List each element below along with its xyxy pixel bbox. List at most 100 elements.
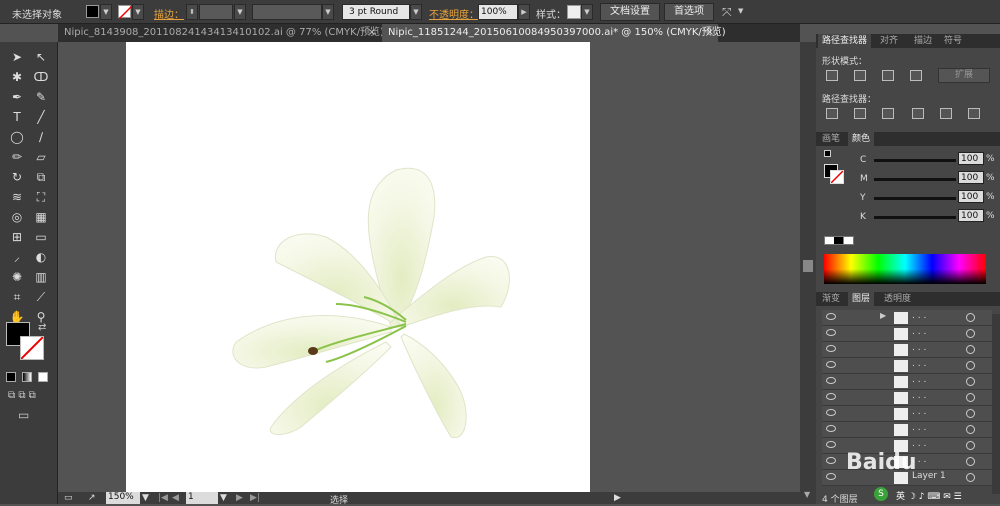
eye-icon[interactable] <box>826 377 836 384</box>
merge-icon[interactable] <box>882 108 894 119</box>
eraser-tool-icon[interactable]: ▱ <box>32 148 50 166</box>
eye-icon[interactable] <box>826 393 836 400</box>
channel-c-slider[interactable] <box>874 159 956 162</box>
scroll-right-icon[interactable]: ▶ <box>614 493 621 503</box>
target-icon[interactable] <box>966 425 975 434</box>
tab-document-2[interactable]: Nipic_11851244_20150610084950397000.ai* … <box>382 24 726 42</box>
direct-selection-tool-icon[interactable]: ↖ <box>32 48 50 66</box>
prev-artboard-icon[interactable]: ◀ <box>172 493 179 503</box>
channel-k-value[interactable]: 100 <box>958 209 984 222</box>
curvature-tool-icon[interactable]: ✎ <box>32 88 50 106</box>
zoom-field[interactable]: 150% <box>106 492 140 504</box>
none-black-white-swatches[interactable] <box>824 236 854 245</box>
selection-tool-icon[interactable]: ➤ <box>8 48 26 66</box>
line-tool-icon[interactable]: ╱ <box>32 108 50 126</box>
default-colors-icon[interactable] <box>824 150 831 157</box>
preferences-button[interactable]: 首选项 <box>664 3 714 21</box>
target-icon[interactable] <box>966 441 975 450</box>
tab-stroke[interactable]: 描边 <box>910 34 936 48</box>
artboard-tool-icon[interactable]: ⌗ <box>8 288 26 306</box>
target-icon[interactable] <box>966 409 975 418</box>
blend-tool-icon[interactable]: ◐ <box>32 248 50 266</box>
stroke-weight-dropdown[interactable]: ▼ <box>234 4 246 20</box>
swap-colors-icon[interactable]: ⇄ <box>38 322 46 333</box>
close-icon[interactable]: × <box>706 24 714 42</box>
divide-icon[interactable] <box>826 108 838 119</box>
tab-brushes[interactable]: 画笔 <box>818 132 844 146</box>
style-dropdown[interactable]: ▼ <box>581 4 593 20</box>
style-swatch[interactable] <box>567 5 581 19</box>
eye-icon[interactable] <box>826 425 836 432</box>
warp-tool-icon[interactable]: ≋ <box>8 188 26 206</box>
gradient-tool-icon[interactable]: ▭ <box>32 228 50 246</box>
variable-width-dropdown[interactable]: ▼ <box>322 4 334 20</box>
tab-document-1[interactable]: Nipic_8143908_20110824143413410102.ai @ … <box>58 24 384 42</box>
target-icon[interactable] <box>966 457 975 466</box>
layer-row[interactable]: . . . <box>822 422 992 438</box>
tab-layers[interactable]: 图层 <box>848 292 875 306</box>
perspective-grid-tool-icon[interactable]: ▦ <box>32 208 50 226</box>
fill-swatch[interactable] <box>86 5 99 18</box>
channel-m-slider[interactable] <box>874 178 956 181</box>
crop-icon[interactable] <box>912 108 924 119</box>
stroke-spinner[interactable]: ⬍ <box>186 4 198 20</box>
color-mode-icon[interactable] <box>6 372 16 382</box>
opacity-field[interactable]: 100% <box>478 4 518 20</box>
layer-row[interactable]: . . . <box>822 326 992 342</box>
opacity-label[interactable]: 不透明度： <box>429 6 479 21</box>
eye-icon[interactable] <box>826 457 836 464</box>
outline-icon[interactable] <box>940 108 952 119</box>
artboard-dropdown[interactable]: ▼ <box>220 493 227 503</box>
scale-tool-icon[interactable]: ⧉ <box>32 168 50 186</box>
ime-toolbar-icons[interactable]: 英 ☽ ♪ ⌨ ✉ ☰ <box>896 489 962 502</box>
pen-tool-icon[interactable]: ✒ <box>8 88 26 106</box>
scroll-thumb[interactable] <box>803 260 813 272</box>
opacity-dropdown[interactable]: ▶ <box>518 4 530 20</box>
unite-icon[interactable] <box>826 70 838 81</box>
draw-mode-icon[interactable]: ⧉ ⧉ ⧉ <box>8 390 36 401</box>
layer-row[interactable]: . . . <box>822 342 992 358</box>
magic-wand-tool-icon[interactable]: ✱ <box>8 68 26 86</box>
brush-field[interactable]: 3 pt Round <box>342 4 410 20</box>
target-icon[interactable] <box>966 377 975 386</box>
minus-back-icon[interactable] <box>968 108 980 119</box>
symbol-sprayer-tool-icon[interactable]: ✺ <box>8 268 26 286</box>
channel-y-value[interactable]: 100 <box>958 190 984 203</box>
target-icon[interactable] <box>966 313 975 322</box>
rotate-tool-icon[interactable]: ↻ <box>8 168 26 186</box>
eye-icon[interactable] <box>826 313 836 320</box>
tab-symbols[interactable]: 符号 <box>940 34 966 48</box>
arrange-documents-icon[interactable]: ⤧ <box>722 5 732 20</box>
mesh-tool-icon[interactable]: ⊞ <box>8 228 26 246</box>
close-icon[interactable]: × <box>368 24 376 42</box>
zoom-dropdown[interactable]: ▼ <box>142 493 149 503</box>
paintbrush-tool-icon[interactable]: ∕ <box>32 128 50 146</box>
tab-pathfinder[interactable]: 路径查找器 <box>818 34 872 48</box>
chevron-down-icon[interactable]: ▼ <box>738 7 743 15</box>
scroll-down-icon[interactable]: ▼ <box>804 490 810 499</box>
channel-m-value[interactable]: 100 <box>958 171 984 184</box>
stroke-weight-field[interactable] <box>199 4 233 20</box>
last-artboard-icon[interactable]: ▶| <box>250 493 260 503</box>
layers-scrollbar[interactable] <box>992 314 1000 494</box>
layer-row[interactable]: . . . <box>822 390 992 406</box>
artboard[interactable] <box>126 42 590 494</box>
gradient-mode-icon[interactable] <box>22 372 32 382</box>
eye-icon[interactable] <box>826 409 836 416</box>
variable-width-field[interactable] <box>252 4 322 20</box>
trim-icon[interactable] <box>854 108 866 119</box>
eyedropper-tool-icon[interactable]: ⸝ <box>8 248 26 266</box>
first-artboard-icon[interactable]: |◀ <box>158 493 168 503</box>
channel-c-value[interactable]: 100 <box>958 152 984 165</box>
color-spectrum[interactable] <box>824 254 986 284</box>
eye-icon[interactable] <box>826 329 836 336</box>
pencil-tool-icon[interactable]: ✏ <box>8 148 26 166</box>
lasso-tool-icon[interactable]: ↀ <box>32 68 50 86</box>
layer-row[interactable]: . . . <box>822 374 992 390</box>
layer-row[interactable]: . . . <box>822 358 992 374</box>
layer-row[interactable]: ▶ . . . <box>822 310 992 326</box>
tab-color[interactable]: 颜色 <box>848 132 875 146</box>
artboard-nav-icon[interactable]: ▭ <box>64 493 73 503</box>
stroke-color-proxy[interactable] <box>830 170 844 184</box>
shape-builder-tool-icon[interactable]: ◎ <box>8 208 26 226</box>
